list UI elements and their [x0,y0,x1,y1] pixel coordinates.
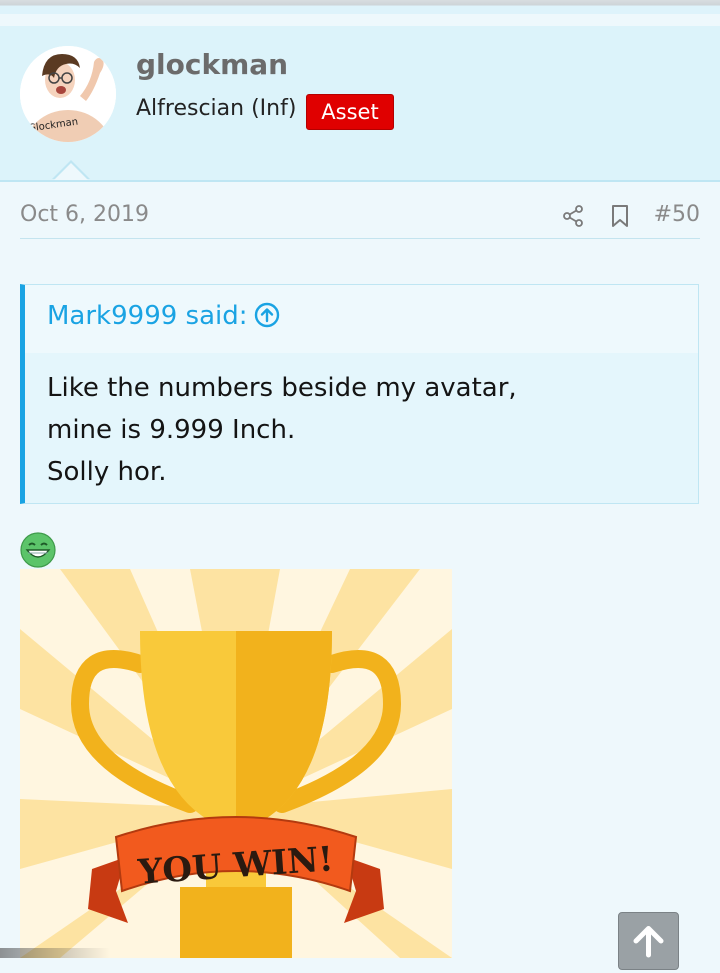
post-number[interactable]: #50 [654,202,700,227]
user-badge: Asset [306,94,394,130]
header-pointer-fill [54,163,88,180]
post-date[interactable]: Oct 6, 2019 [20,202,149,227]
trophy-image[interactable]: YOU WIN! [20,569,452,958]
quote-author[interactable]: Mark9999 said: [47,301,248,331]
post-user-header: Glockman glockman Alfrescian (Inf) Asset [0,26,720,182]
post-meta: Oct 6, 2019 #50 [20,200,700,239]
username[interactable]: glockman [136,48,288,81]
scroll-to-top-button[interactable] [618,912,679,970]
quote-block: Mark9999 said: Like the numbers beside m… [20,284,699,504]
user-title: Alfrescian (Inf) [136,96,297,121]
grin-smiley-icon [20,532,56,568]
quote-author-link[interactable]: Mark9999 said: [47,301,280,331]
avatar-image: Glockman [20,46,116,142]
bottom-edge-shadow [0,948,110,958]
arrow-up-icon [633,926,664,958]
top-edge [0,0,720,14]
quote-line: mine is 9.999 Inch. [47,415,296,445]
arrow-up-circle-icon[interactable] [254,302,280,328]
share-icon[interactable] [561,204,585,228]
bookmark-icon[interactable] [610,204,630,228]
quote-line: Like the numbers beside my avatar, [47,373,517,403]
quote-body: Like the numbers beside my avatar, mine … [47,367,517,493]
avatar[interactable]: Glockman [20,46,116,142]
quote-line: Solly hor. [47,457,167,487]
